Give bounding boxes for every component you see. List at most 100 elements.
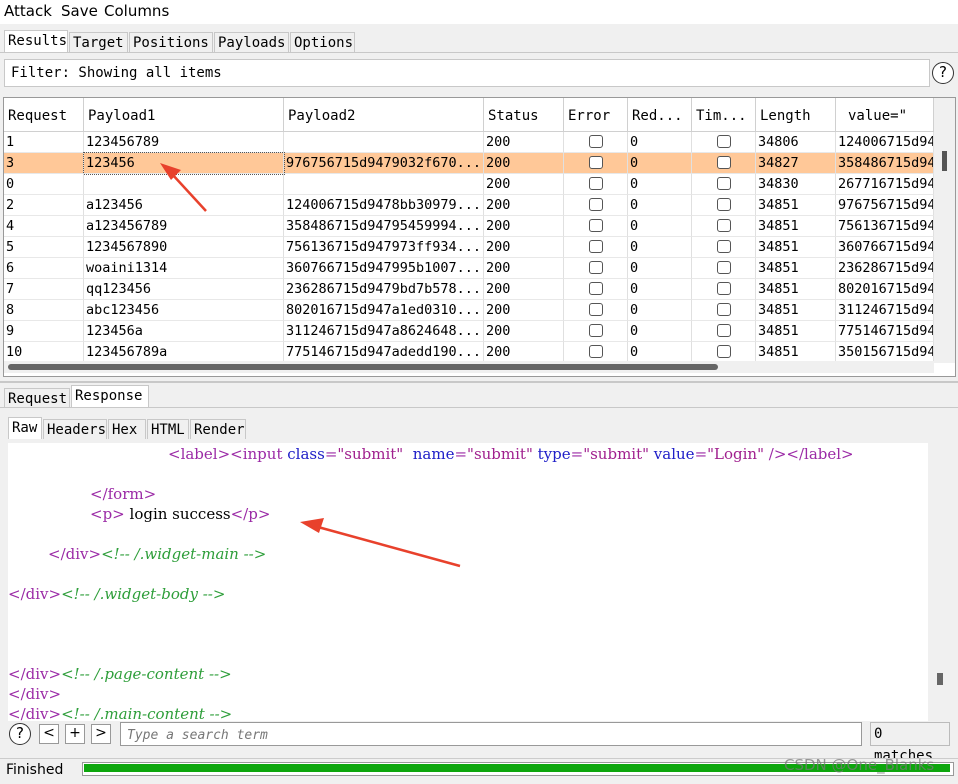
scroll-thumb[interactable] bbox=[937, 673, 943, 685]
cell-length: 34851 bbox=[756, 258, 836, 279]
cell-value: 311246715d94 bbox=[836, 300, 934, 321]
cell-payload2 bbox=[284, 132, 484, 153]
timeout-checkbox[interactable] bbox=[717, 345, 731, 358]
menu-save[interactable]: Save bbox=[61, 2, 98, 20]
timeout-checkbox[interactable] bbox=[717, 135, 731, 148]
col-error[interactable]: Error bbox=[564, 98, 628, 132]
table-row[interactable]: 6 woaini1314 360766715d947995b1007... 200 0 3… bbox=[4, 258, 934, 279]
timeout-checkbox[interactable] bbox=[717, 156, 731, 169]
tab-request[interactable]: Request bbox=[4, 388, 70, 408]
table-row[interactable]: 3 123456 976756715d9479032f670... 200 0 34827… bbox=[4, 152, 934, 175]
col-status[interactable]: Status bbox=[484, 98, 564, 132]
table-row[interactable]: 5 1234567890 756136715d947973ff934... 200 0 3… bbox=[4, 237, 934, 258]
cell-payload2: 775146715d947adedd190... bbox=[284, 342, 484, 363]
cell-payload1: 123456789a bbox=[84, 342, 284, 363]
cell-status: 200 bbox=[484, 237, 564, 258]
error-checkbox[interactable] bbox=[589, 345, 603, 358]
error-checkbox[interactable] bbox=[589, 261, 603, 274]
cell-status: 200 bbox=[484, 195, 564, 216]
tab-target[interactable]: Target bbox=[69, 32, 128, 52]
cell-request: 7 bbox=[4, 279, 84, 300]
col-request[interactable]: Request bbox=[4, 98, 84, 132]
code-line: </div><!-- /.main-content --> bbox=[8, 705, 233, 721]
timeout-checkbox[interactable] bbox=[717, 219, 731, 232]
table-row[interactable]: 10 123456789a 775146715d947adedd190... 200 0… bbox=[4, 342, 934, 363]
tab-hex[interactable]: Hex bbox=[108, 419, 146, 439]
search-box[interactable] bbox=[120, 722, 862, 746]
table-row[interactable]: 8 abc123456 802016715d947a1ed0310... 200 0 34… bbox=[4, 300, 934, 321]
table-row[interactable]: 9 123456a 311246715d947a8624648... 200 0 3485… bbox=[4, 321, 934, 342]
add-match-button[interactable]: + bbox=[65, 724, 85, 744]
response-scrollbar[interactable] bbox=[930, 443, 950, 721]
timeout-checkbox[interactable] bbox=[717, 303, 731, 316]
timeout-checkbox[interactable] bbox=[717, 324, 731, 337]
search-input[interactable] bbox=[125, 724, 859, 746]
cell-status: 200 bbox=[484, 153, 564, 174]
filter-help-icon[interactable]: ? bbox=[932, 62, 954, 84]
col-redirect[interactable]: Red... bbox=[628, 98, 692, 132]
error-checkbox[interactable] bbox=[589, 135, 603, 148]
table-row[interactable]: 4 a123456789 358486715d94795459994... 200 0 3… bbox=[4, 216, 934, 237]
menu-bar: Attack Save Columns bbox=[0, 0, 958, 24]
table-row[interactable]: 1 123456789 200 0 34806 124006715d94 bbox=[4, 132, 934, 153]
tab-html[interactable]: HTML bbox=[147, 419, 189, 439]
tab-payloads[interactable]: Payloads bbox=[214, 32, 289, 52]
error-checkbox[interactable] bbox=[589, 324, 603, 337]
error-checkbox[interactable] bbox=[589, 303, 603, 316]
tab-render[interactable]: Render bbox=[190, 419, 246, 439]
error-checkbox[interactable] bbox=[589, 177, 603, 190]
cell-request: 2 bbox=[4, 195, 84, 216]
split-divider[interactable] bbox=[0, 381, 958, 383]
search-help-icon[interactable]: ? bbox=[9, 723, 31, 745]
timeout-checkbox[interactable] bbox=[717, 282, 731, 295]
timeout-checkbox[interactable] bbox=[717, 198, 731, 211]
cell-payload1: 123456a bbox=[84, 321, 284, 342]
cell-timeout bbox=[692, 216, 756, 237]
error-checkbox[interactable] bbox=[589, 156, 603, 169]
col-timeout[interactable]: Tim... bbox=[692, 98, 756, 132]
cell-value: 236286715d94 bbox=[836, 258, 934, 279]
cell-payload2: 236286715d9479bd7b578... bbox=[284, 279, 484, 300]
status-text: Finished bbox=[6, 762, 64, 778]
table-vertical-scrollbar[interactable] bbox=[934, 98, 955, 363]
tab-raw[interactable]: Raw bbox=[8, 417, 42, 439]
table-row[interactable]: 2 a123456 124006715d9478bb30979... 200 0 3485… bbox=[4, 195, 934, 216]
scroll-thumb[interactable] bbox=[942, 151, 947, 171]
cell-error bbox=[564, 258, 628, 279]
table-header: Request Payload1 Payload2 Status Error R… bbox=[4, 98, 934, 132]
timeout-checkbox[interactable] bbox=[717, 177, 731, 190]
table-row[interactable]: 0 200 0 34830 267716715d94 bbox=[4, 174, 934, 195]
next-match-button[interactable]: > bbox=[91, 724, 111, 744]
table-row[interactable]: 7 qq123456 236286715d9479bd7b578... 200 0 348… bbox=[4, 279, 934, 300]
tab-options[interactable]: Options bbox=[290, 32, 355, 52]
timeout-checkbox[interactable] bbox=[717, 261, 731, 274]
cell-timeout bbox=[692, 174, 756, 195]
menu-columns[interactable]: Columns bbox=[104, 2, 169, 20]
cell-value: 360766715d94 bbox=[836, 237, 934, 258]
tab-response[interactable]: Response bbox=[71, 385, 149, 407]
error-checkbox[interactable] bbox=[589, 198, 603, 211]
error-checkbox[interactable] bbox=[589, 240, 603, 253]
prev-match-button[interactable]: < bbox=[39, 724, 59, 744]
error-checkbox[interactable] bbox=[589, 282, 603, 295]
scroll-thumb[interactable] bbox=[8, 364, 718, 370]
cell-payload2: 802016715d947a1ed0310... bbox=[284, 300, 484, 321]
tab-headers[interactable]: Headers bbox=[43, 419, 107, 439]
error-checkbox[interactable] bbox=[589, 219, 603, 232]
cell-timeout bbox=[692, 279, 756, 300]
cell-value: 802016715d94 bbox=[836, 279, 934, 300]
col-payload2[interactable]: Payload2 bbox=[284, 98, 484, 132]
cell-value: 976756715d94 bbox=[836, 195, 934, 216]
menu-attack[interactable]: Attack bbox=[4, 2, 52, 20]
tab-positions[interactable]: Positions bbox=[129, 32, 213, 52]
cell-timeout bbox=[692, 237, 756, 258]
col-payload1[interactable]: Payload1 bbox=[84, 98, 284, 132]
col-value[interactable]: value=" bbox=[836, 98, 934, 132]
timeout-checkbox[interactable] bbox=[717, 240, 731, 253]
response-viewer[interactable]: <label><input class="submit" name="submi… bbox=[8, 443, 928, 721]
tab-results[interactable]: Results bbox=[4, 30, 68, 52]
filter-bar[interactable]: Filter: Showing all items bbox=[4, 59, 930, 87]
cell-timeout bbox=[692, 153, 756, 174]
cell-timeout bbox=[692, 132, 756, 153]
table-horizontal-scrollbar[interactable] bbox=[4, 361, 934, 373]
